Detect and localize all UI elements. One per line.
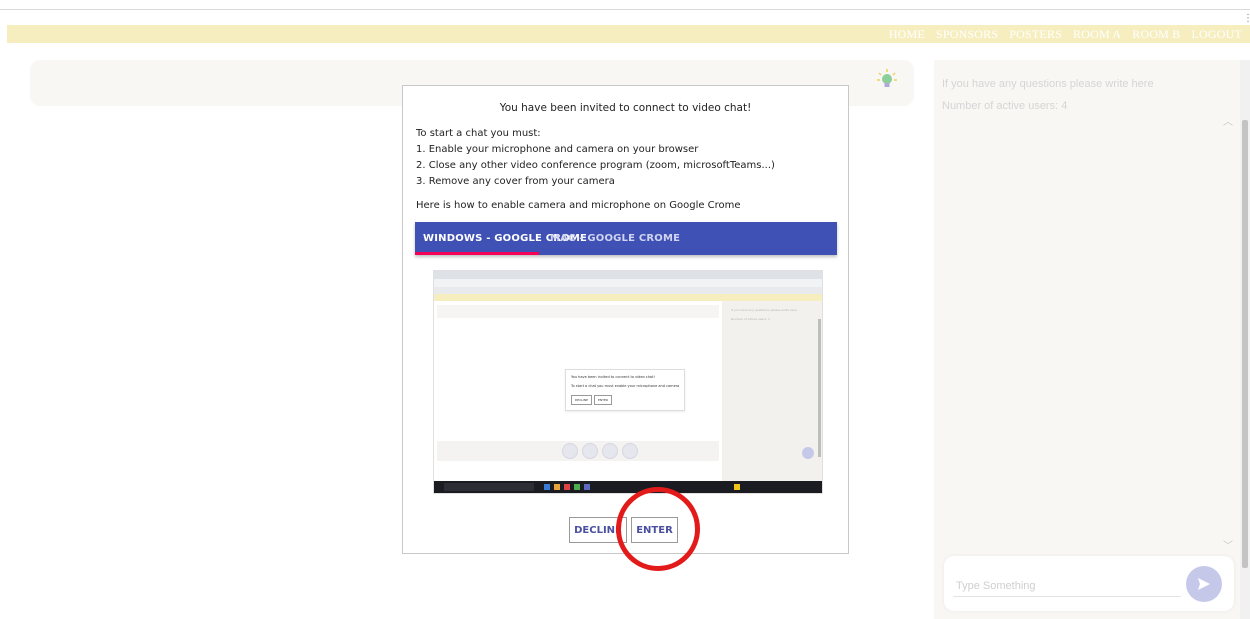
dialog-title: You have been invited to connect to vide… — [499, 102, 752, 114]
os-tab-bar: WINDOWS - GOOGLE CROME MAC - GOOGLE CROM… — [415, 222, 837, 255]
instruction-step: 1. Enable your microphone and camera on … — [416, 144, 699, 155]
screenshot-content-card — [437, 305, 719, 318]
chat-input[interactable] — [953, 576, 1181, 597]
nav-posters[interactable]: POSTERS — [1009, 27, 1062, 42]
nav-home[interactable]: HOME — [889, 27, 925, 42]
chevron-down-icon[interactable]: ﹀ — [1223, 537, 1233, 552]
screenshot-taskbar-icon — [584, 484, 590, 490]
chat-sidebar: If you have any questions please write h… — [934, 60, 1244, 619]
screenshot-address-bar — [434, 279, 822, 287]
screenshot-decline-button: DECLINE — [571, 395, 592, 405]
screenshot-sidebar-users: Number of active users: 1 — [731, 317, 770, 321]
top-navbar: HOME SPONSORS POSTERS ROOM A ROOM B LOGO… — [7, 25, 1250, 43]
instruction-step: 3. Remove any cover from your camera — [416, 176, 615, 187]
screenshot-bookmarks-bar — [434, 287, 822, 294]
nav-sponsors[interactable]: SPONSORS — [936, 27, 998, 42]
instruction-screenshot: If you have any questions please write h… — [433, 270, 823, 494]
screenshot-taskbar-icon — [564, 484, 570, 490]
screenshot-taskbar-icon — [734, 484, 740, 490]
screenshot-taskbar-icon — [554, 484, 560, 490]
extension-icon[interactable]: ⋮ — [1243, 13, 1250, 24]
screenshot-dialog: You have been invited to connect to vide… — [565, 369, 685, 411]
screenshot-taskbar-search — [444, 483, 534, 491]
instruction-step: 2. Close any other video conference prog… — [416, 160, 775, 171]
highlight-circle — [616, 487, 700, 571]
send-icon — [1198, 578, 1210, 590]
active-users-count: Number of active users: 4 — [942, 100, 1068, 112]
screenshot-sidebar-text: If you have any questions please write h… — [731, 308, 797, 312]
browser-top-strip — [0, 0, 1250, 10]
chevron-up-icon[interactable]: ︿ — [1223, 113, 1233, 128]
scrollbar-thumb[interactable] — [1242, 120, 1248, 568]
screenshot-control-icon — [622, 443, 638, 459]
screenshot-dialog-title: You have been invited to connect to vide… — [571, 375, 655, 379]
nav-room-b[interactable]: ROOM B — [1132, 27, 1180, 42]
screenshot-taskbar-icon — [544, 484, 550, 490]
screenshot-scrollbar — [818, 319, 821, 457]
nav-logout[interactable]: LOGOUT — [1191, 27, 1242, 42]
screenshot-navbar — [434, 294, 822, 301]
lightbulb-icon[interactable] — [876, 68, 898, 90]
screenshot-enter-button: ENTER — [594, 395, 612, 405]
screenshot-dialog-text: To start a chat you must enable your mic… — [571, 384, 680, 388]
screenshot-send-icon — [802, 447, 814, 459]
questions-prompt: If you have any questions please write h… — [942, 78, 1154, 90]
screenshot-control-icon — [602, 443, 618, 459]
screenshot-taskbar-icon — [574, 484, 580, 490]
nav-room-a[interactable]: ROOM A — [1073, 27, 1121, 42]
tab-mac-chrome[interactable]: MAC - GOOGLE CROME — [550, 222, 680, 255]
screenshot-control-icon — [562, 443, 578, 459]
instructions-intro: To start a chat you must: — [416, 128, 541, 139]
screenshot-browser-tabs — [434, 271, 822, 279]
send-button[interactable] — [1186, 566, 1222, 602]
video-chat-invite-dialog: You have been invited to connect to vide… — [402, 85, 849, 554]
screenshot-control-icon — [582, 443, 598, 459]
howto-text: Here is how to enable camera and microph… — [416, 200, 741, 211]
screenshot-controls-bar — [437, 441, 719, 461]
active-tab-indicator — [415, 252, 539, 255]
